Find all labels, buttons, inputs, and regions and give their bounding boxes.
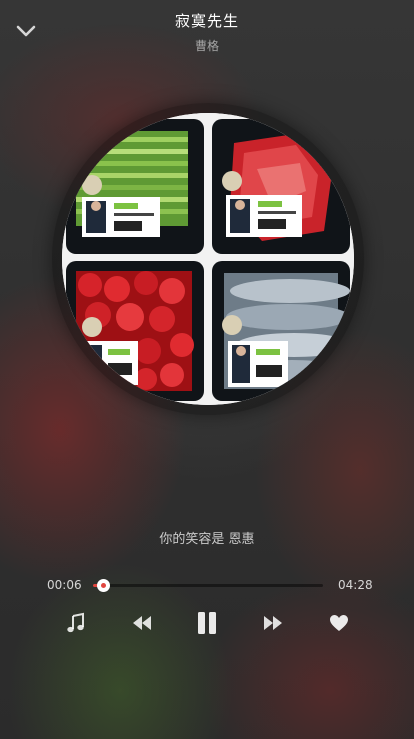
- fast-forward-icon: [264, 616, 282, 630]
- play-pause-button[interactable]: [190, 606, 224, 640]
- current-lyric: 你的笑容是 恩惠: [159, 532, 255, 547]
- rewind-icon: [133, 616, 151, 630]
- music-note-icon: [67, 612, 84, 633]
- progress-bar[interactable]: [93, 579, 323, 592]
- playback-controls: [0, 606, 414, 640]
- progress-handle-dot: [101, 583, 106, 588]
- like-button[interactable]: [322, 606, 356, 640]
- total-time: 04:28: [338, 578, 373, 592]
- pause-icon: [198, 612, 216, 634]
- current-time: 00:06: [47, 578, 82, 592]
- tray-onions: [66, 119, 204, 254]
- next-button[interactable]: [256, 606, 290, 640]
- tray-beef: [212, 119, 350, 254]
- progress-handle[interactable]: [97, 579, 110, 592]
- header: 寂寞先生 曹格: [0, 0, 414, 60]
- playlist-button[interactable]: [59, 606, 93, 640]
- tray-strawberries: [66, 261, 204, 401]
- player-screen: 寂寞先生 曹格 你的笑容是 恩惠 00:06 04:28: [0, 0, 414, 739]
- artist-name: 曹格: [194, 39, 219, 53]
- tray-fish: [212, 261, 352, 401]
- previous-button[interactable]: [125, 606, 159, 640]
- album-cover-image: [62, 113, 354, 405]
- album-cover[interactable]: [62, 113, 354, 405]
- heart-icon: [330, 615, 348, 631]
- song-title: 寂寞先生: [174, 12, 239, 30]
